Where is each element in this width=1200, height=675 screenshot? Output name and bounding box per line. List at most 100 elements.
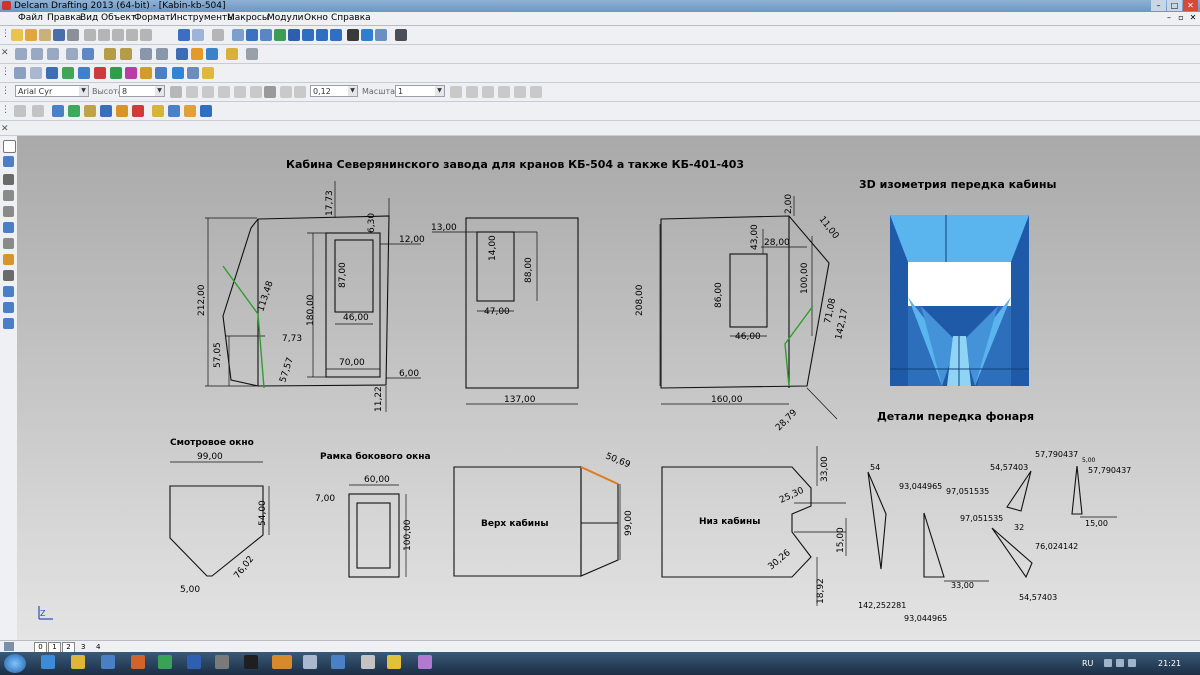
- terminal-icon[interactable]: [244, 655, 258, 669]
- pan-icon[interactable]: [246, 48, 258, 60]
- section-icon[interactable]: [187, 67, 199, 79]
- circle-icon[interactable]: [316, 29, 328, 41]
- trim-icon[interactable]: [14, 105, 26, 117]
- dimension-tool-icon[interactable]: [3, 270, 14, 281]
- media-player-icon[interactable]: [101, 655, 115, 669]
- justify-icon[interactable]: [250, 86, 262, 98]
- globe-icon[interactable]: [176, 48, 188, 60]
- triangle-icon[interactable]: [125, 67, 137, 79]
- angle-tool-icon[interactable]: [3, 286, 14, 297]
- image-icon[interactable]: [260, 29, 272, 41]
- dimension-icon[interactable]: [288, 29, 300, 41]
- line-icon[interactable]: [3, 156, 14, 167]
- sphere-icon[interactable]: [94, 67, 106, 79]
- stretch-icon[interactable]: [466, 86, 478, 98]
- volume-icon[interactable]: [1128, 659, 1136, 667]
- zoom-tool-icon[interactable]: [3, 190, 14, 201]
- arc-tool-icon[interactable]: [3, 238, 14, 249]
- explorer-icon[interactable]: [71, 655, 85, 669]
- table-icon[interactable]: [395, 29, 407, 41]
- copy-icon[interactable]: [98, 29, 110, 41]
- menu-tools[interactable]: Инструменты: [170, 12, 234, 25]
- linestyle-icon[interactable]: [294, 86, 306, 98]
- model-icon[interactable]: [46, 67, 58, 79]
- doc-close-icon[interactable]: ✕: [1188, 13, 1198, 23]
- menu-edit[interactable]: Правка: [47, 12, 81, 25]
- app-icon-generic[interactable]: [215, 655, 229, 669]
- lineweight-select[interactable]: 0,12 ▼: [310, 85, 358, 97]
- chevron-down-icon[interactable]: ▼: [155, 86, 164, 96]
- height-select[interactable]: 8 ▼: [119, 85, 165, 97]
- puzzle-icon[interactable]: [202, 67, 214, 79]
- maximize-icon[interactable]: □: [1167, 0, 1182, 11]
- word-icon[interactable]: [187, 655, 201, 669]
- block-icon[interactable]: [232, 29, 244, 41]
- sheet-tab-4[interactable]: 4: [96, 642, 100, 652]
- measure-icon[interactable]: [200, 105, 212, 117]
- toolbar-grip[interactable]: ⋮: [1, 104, 10, 117]
- zoom-out-icon[interactable]: [156, 48, 168, 60]
- folder-icon[interactable]: [387, 655, 401, 669]
- new-file-icon[interactable]: [11, 29, 23, 41]
- arc-icon[interactable]: [330, 29, 342, 41]
- snap-icon[interactable]: [274, 29, 286, 41]
- firefox-icon[interactable]: [131, 655, 145, 669]
- undo-icon[interactable]: [178, 29, 190, 41]
- view-icon[interactable]: [172, 67, 184, 79]
- arrow-tool-icon[interactable]: [347, 29, 359, 41]
- hatch-tool-icon[interactable]: [3, 318, 14, 329]
- excel-icon[interactable]: [158, 655, 172, 669]
- array-icon[interactable]: [100, 105, 112, 117]
- drawing-canvas[interactable]: Кабина Северянинского завода для кранов …: [17, 136, 1200, 640]
- point-icon[interactable]: [3, 254, 14, 265]
- move-icon[interactable]: [52, 105, 64, 117]
- paste-icon[interactable]: [112, 29, 124, 41]
- chevron-down-icon[interactable]: ▼: [348, 86, 357, 96]
- toolbar-grip[interactable]: ⋮: [1, 66, 10, 79]
- mirror-icon[interactable]: [450, 86, 462, 98]
- pointer-icon[interactable]: [3, 140, 16, 153]
- hatch-icon[interactable]: [361, 29, 373, 41]
- toolbar-grip[interactable]: ⋮: [1, 85, 10, 98]
- triangle-tool-icon[interactable]: [3, 302, 14, 313]
- print-icon[interactable]: [67, 29, 79, 41]
- doc-restore-icon[interactable]: ▫: [1176, 13, 1186, 23]
- menu-file[interactable]: Файл: [18, 12, 43, 25]
- snap-grid-icon[interactable]: [530, 86, 542, 98]
- box-icon[interactable]: [140, 67, 152, 79]
- ie-icon[interactable]: [41, 655, 55, 669]
- chevron-down-icon[interactable]: ▼: [79, 86, 88, 96]
- view-projection-icon[interactable]: [82, 48, 94, 60]
- pen-icon[interactable]: [264, 86, 276, 98]
- polyline-icon[interactable]: [3, 222, 14, 233]
- curve-icon[interactable]: [3, 206, 14, 217]
- extend-icon[interactable]: [32, 105, 44, 117]
- symbol-icon[interactable]: [498, 86, 510, 98]
- save-as-icon[interactable]: [53, 29, 65, 41]
- viewer-icon[interactable]: [303, 655, 317, 669]
- doc-minimize-icon[interactable]: –: [1164, 13, 1174, 23]
- layer-icon[interactable]: [14, 67, 26, 79]
- select-icon[interactable]: [246, 29, 258, 41]
- solid-icon[interactable]: [78, 67, 90, 79]
- fill-icon[interactable]: [375, 29, 387, 41]
- scale-select[interactable]: 1 ▼: [395, 85, 445, 97]
- sheet-tab-3[interactable]: 3: [81, 642, 85, 652]
- offset-icon[interactable]: [116, 105, 128, 117]
- menu-window[interactable]: Окно: [304, 12, 328, 25]
- no-fill-icon[interactable]: [280, 86, 292, 98]
- light-icon[interactable]: [226, 48, 238, 60]
- chevron-down-icon[interactable]: ▼: [435, 86, 444, 96]
- sheet-edit-icon[interactable]: [4, 642, 14, 651]
- minimize-icon[interactable]: –: [1151, 0, 1166, 11]
- open-file-icon[interactable]: [25, 29, 37, 41]
- close-icon[interactable]: ✕: [1183, 0, 1198, 11]
- menu-macros[interactable]: Макросы: [227, 12, 269, 25]
- language-indicator[interactable]: RU: [1082, 652, 1093, 675]
- italic-icon[interactable]: [170, 86, 182, 98]
- cut-icon[interactable]: [84, 29, 96, 41]
- group-icon[interactable]: [168, 105, 180, 117]
- align-icon[interactable]: [234, 86, 246, 98]
- tray-icon[interactable]: [1104, 659, 1112, 667]
- font-select[interactable]: Arial Cyr ▼: [15, 85, 89, 97]
